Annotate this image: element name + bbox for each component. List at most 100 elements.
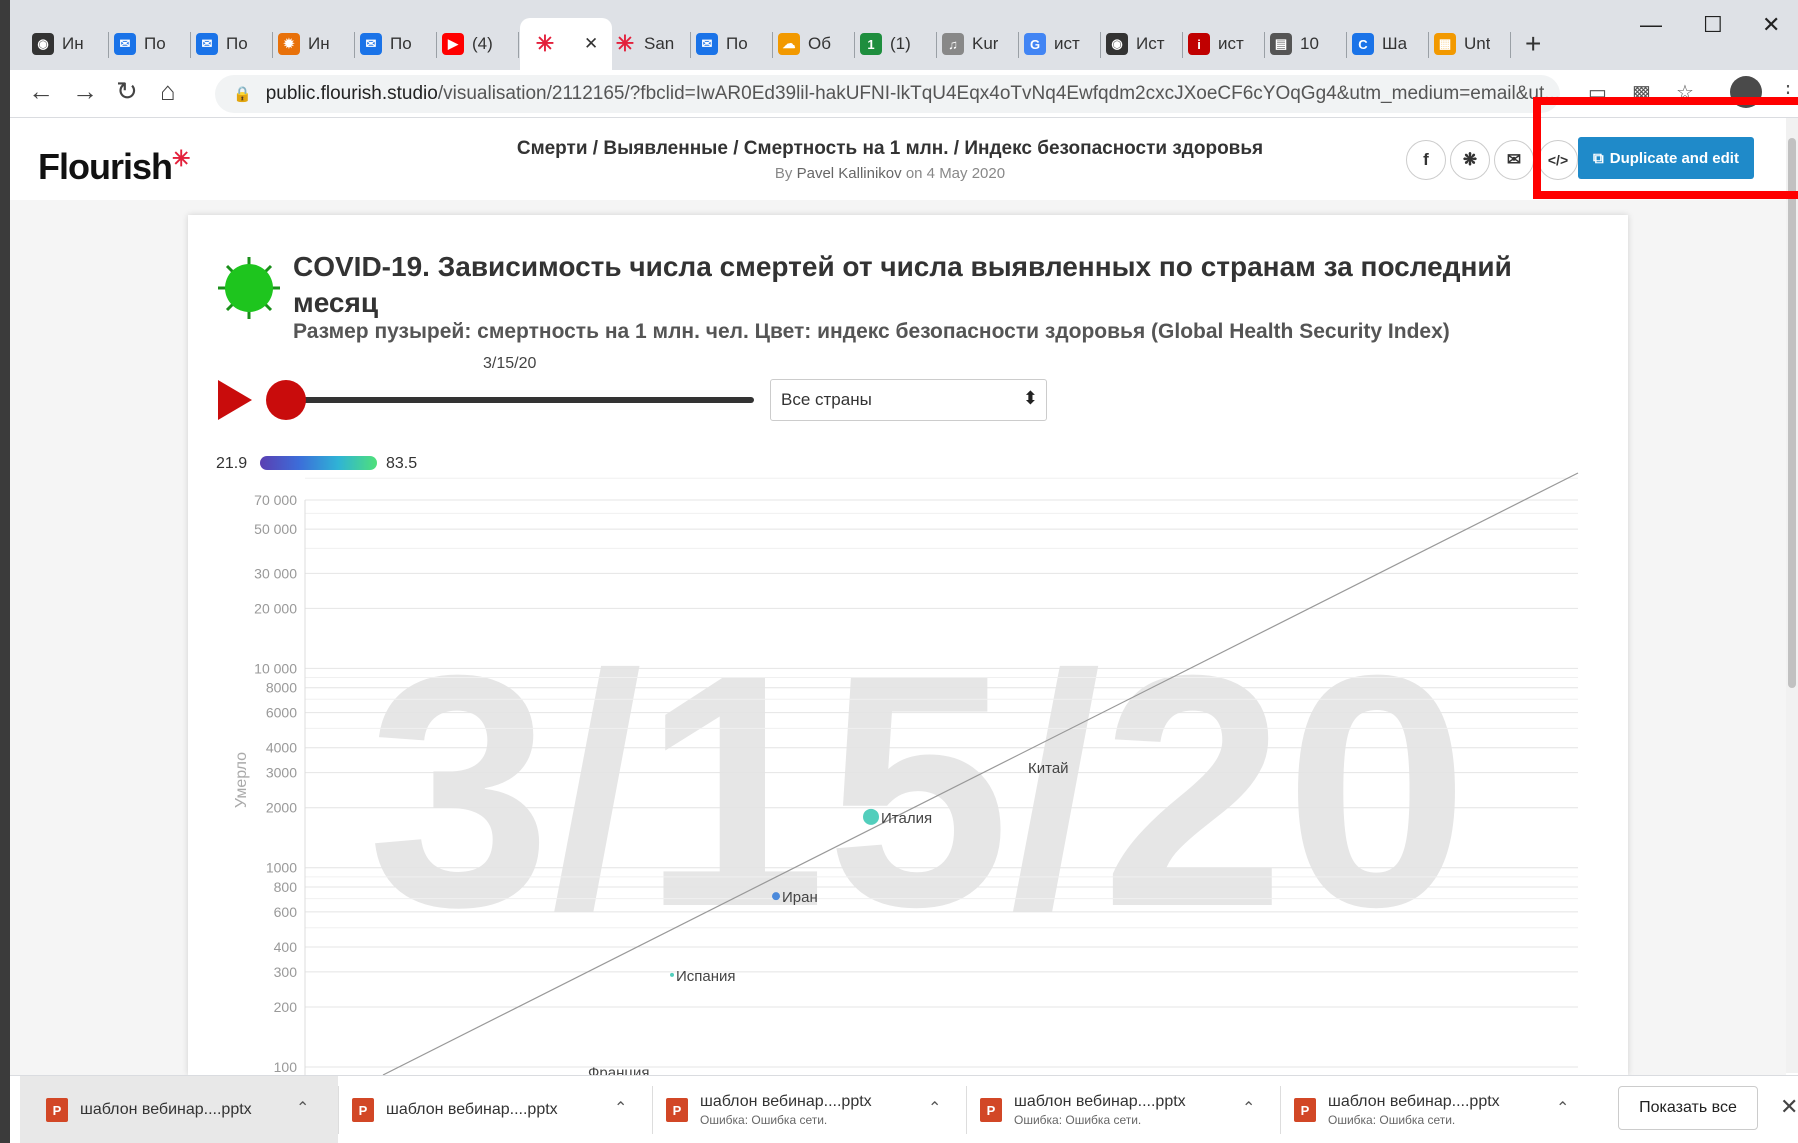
y-tick-label: 100	[274, 1059, 298, 1075]
globe-icon: ◉	[32, 33, 54, 55]
untitled-icon: ▦	[1434, 33, 1456, 55]
pptx-file-icon: P	[980, 1098, 1002, 1122]
flourish-logo[interactable]: Flourish✳	[38, 146, 190, 188]
download-options-chevron-icon[interactable]: ⌃	[296, 1098, 309, 1118]
data-point-label: Испания	[676, 968, 736, 985]
data-point	[863, 808, 879, 825]
show-all-downloads-button[interactable]: Показать все	[1618, 1086, 1758, 1130]
download-item[interactable]: Pшаблон вебинар....pptx Ошибка: Ошибка се…	[1294, 1084, 1500, 1136]
download-item[interactable]: Pшаблон вебинар....pptx	[352, 1084, 558, 1136]
browser-tab[interactable]: ▤ 10	[1270, 26, 1319, 62]
time-slider-handle[interactable]	[266, 380, 306, 420]
download-options-chevron-icon[interactable]: ⌃	[614, 1098, 627, 1118]
browser-tab[interactable]: ✉ По	[696, 26, 748, 62]
select-arrows-icon: ⬍	[1022, 388, 1038, 408]
red-highlight-box	[1533, 97, 1798, 199]
lock-icon: 🔒	[233, 86, 252, 103]
download-status: Ошибка: Ошибка сети.	[1328, 1113, 1456, 1127]
downloads-bar: Показать все ✕ Pшаблон вебинар....pptx ⌃ P…	[10, 1075, 1798, 1143]
download-item[interactable]: Pшаблон вебинар....pptx Ошибка: Ошибка се…	[980, 1084, 1186, 1136]
y-tick-label: 8000	[266, 680, 297, 696]
browser-tab[interactable]: ▦ Unt	[1434, 26, 1490, 62]
tab-label: Ша	[1382, 34, 1408, 53]
browser-tab[interactable]: ✉ По	[114, 26, 166, 62]
download-options-chevron-icon[interactable]: ⌃	[1242, 1098, 1255, 1118]
download-separator	[1280, 1086, 1281, 1134]
tab-separator	[1182, 32, 1183, 58]
y-tick-label: 400	[274, 939, 298, 955]
close-downloads-icon[interactable]: ✕	[1780, 1094, 1798, 1120]
browser-tab[interactable]: ◉ Ист	[1106, 26, 1165, 62]
play-button[interactable]	[218, 380, 252, 420]
chrome-icon: ✹	[278, 33, 300, 55]
browser-tab[interactable]: ✳ ✕	[520, 18, 613, 70]
tab-strip: + — ☐ ✕ ◉ Ин ✉ По ✉ По ✹ Ин ✉ По ▶ (4) ✳ ✕ ✳ San ✉ По ☁ Об 1…	[10, 0, 1798, 70]
close-tab-icon[interactable]: ✕	[584, 34, 598, 54]
data-point-label: Италия	[881, 810, 932, 827]
pptx-file-icon: P	[46, 1098, 68, 1122]
mail-icon: ✉	[196, 33, 218, 55]
back-icon[interactable]: ←	[28, 76, 54, 107]
color-legend-max: 83.5	[386, 455, 418, 472]
color-legend-gradient	[260, 456, 377, 470]
browser-tab[interactable]: Gист	[1024, 26, 1080, 62]
tab-label: Об	[808, 34, 831, 53]
y-tick-label: 10 000	[254, 660, 297, 676]
browser-tab[interactable]: ☁ Об	[778, 26, 831, 62]
tab-separator	[518, 32, 519, 58]
browser-tab[interactable]: i ист	[1188, 26, 1244, 62]
download-item[interactable]: Pшаблон вебинар....pptx	[20, 1076, 338, 1143]
forward-icon[interactable]: →	[72, 76, 98, 107]
browser-tab[interactable]: 1 (1)	[860, 26, 911, 62]
browser-tab[interactable]: ♫ Kur	[942, 26, 998, 62]
twitter-share-icon[interactable]: ❋	[1450, 140, 1490, 180]
flourish-icon: ✳	[535, 31, 555, 56]
download-item[interactable]: Pшаблон вебинар....pptx Ошибка: Ошибка се…	[666, 1084, 872, 1136]
y-tick-label: 30 000	[254, 565, 297, 581]
country-filter-select[interactable]: Все страны ⬍	[770, 379, 1047, 421]
browser-tab[interactable]: ✉ По	[196, 26, 248, 62]
email-share-icon[interactable]: ✉	[1494, 140, 1534, 180]
author-link[interactable]: Pavel Kallinikov	[797, 165, 902, 182]
download-separator	[338, 1086, 339, 1134]
new-tab-button[interactable]: +	[1525, 28, 1541, 60]
y-tick-label: 600	[274, 904, 298, 920]
data-point	[670, 972, 674, 977]
tab-label: ист	[1054, 34, 1080, 53]
pptx-file-icon: P	[352, 1098, 374, 1122]
address-bar[interactable]: 🔒 public.flourish.studio /visualisation/…	[215, 75, 1560, 113]
tab-separator	[1018, 32, 1019, 58]
browser-tab[interactable]: ✉ По	[360, 26, 412, 62]
download-options-chevron-icon[interactable]: ⌃	[928, 1098, 941, 1118]
url-path: /visualisation/2112165/?fbclid=IwAR0Ed39…	[437, 83, 1560, 104]
tab-label: По	[226, 34, 248, 53]
tab-separator	[190, 32, 191, 58]
browser-tab[interactable]: ✳ San	[614, 26, 674, 62]
story-byline: By Pavel Kallinikov on 4 May 2020	[774, 165, 1006, 182]
app-icon: 1	[860, 33, 882, 55]
visualization-card: 3/15/20 70 000 50 000 30 000 20 000 10 000 800…	[188, 215, 1628, 1075]
page-scrollbar[interactable]	[1786, 118, 1798, 1073]
facebook-share-icon[interactable]: f	[1406, 140, 1446, 180]
browser-tab[interactable]: ◉ Ин	[32, 26, 84, 62]
download-options-chevron-icon[interactable]: ⌃	[1556, 1098, 1569, 1118]
y-tick-label: 1000	[266, 860, 297, 876]
time-slider-track[interactable]	[276, 397, 754, 403]
tab-label: Kur	[972, 34, 999, 53]
y-tick-label: 200	[274, 999, 298, 1015]
tab-separator	[436, 32, 437, 58]
maximize-icon[interactable]: ☐	[1703, 12, 1723, 38]
reload-icon[interactable]: ↻	[116, 76, 138, 107]
browser-tab[interactable]: ▶ (4)	[442, 26, 493, 62]
home-icon[interactable]: ⌂	[160, 76, 176, 107]
close-window-icon[interactable]: ✕	[1762, 12, 1780, 38]
tab-label: Ист	[1136, 34, 1165, 53]
browser-tab[interactable]: C Ша	[1352, 26, 1407, 62]
browser-tab[interactable]: ✹ Ин	[278, 26, 330, 62]
tab-label: Unt	[1464, 34, 1491, 53]
slider-date-label: 3/15/20	[483, 355, 537, 372]
minimize-icon[interactable]: —	[1640, 12, 1662, 38]
tab-label: (1)	[890, 34, 911, 53]
kurs-icon: ♫	[942, 33, 964, 55]
tab-label: (4)	[472, 34, 493, 53]
